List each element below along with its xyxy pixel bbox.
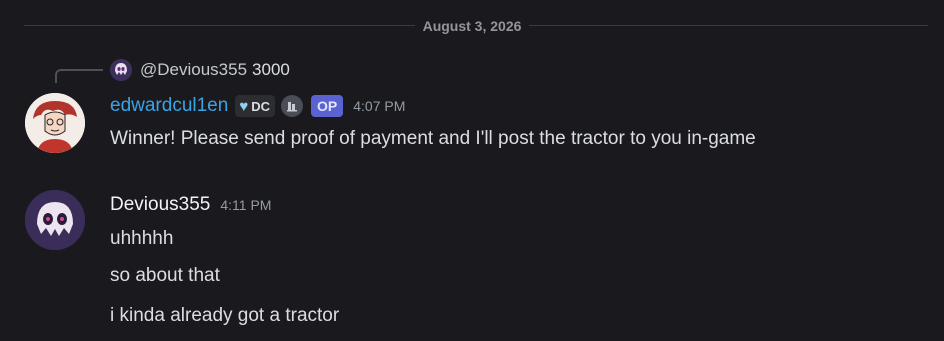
date-divider: August 3, 2026 (0, 17, 944, 35)
username[interactable]: Devious355 (110, 193, 210, 217)
reply-spine (55, 69, 103, 83)
op-badge: OP (311, 95, 344, 117)
message-header: Devious355 4:11 PM (110, 193, 271, 217)
avatar[interactable] (25, 190, 85, 250)
heart-icon: ♥ (239, 97, 249, 115)
avatar[interactable] (25, 93, 85, 153)
message-header: edwardcul1en ♥ DC OP 4:07 PM (110, 94, 405, 118)
chat-channel: August 3, 2026 @Devious355 3000 edwardcu (0, 0, 944, 341)
reply-author[interactable]: @Devious355 (140, 60, 247, 80)
server-tag[interactable]: ♥ DC (235, 95, 275, 117)
username[interactable]: edwardcul1en (110, 94, 228, 118)
date-divider-label: August 3, 2026 (414, 18, 530, 34)
server-tag-label: DC (251, 98, 270, 114)
reply-text[interactable]: 3000 (252, 60, 290, 80)
message-text: uhhhhh (110, 228, 174, 249)
reply-avatar[interactable] (110, 59, 132, 81)
role-badge-icon[interactable] (281, 95, 303, 117)
message-text: Winner! Please send proof of payment and… (110, 128, 756, 149)
message-text: i kinda already got a tractor (110, 305, 340, 326)
reply-preview[interactable]: @Devious355 3000 (110, 59, 290, 81)
timestamp[interactable]: 4:07 PM (353, 98, 405, 114)
timestamp[interactable]: 4:11 PM (220, 197, 271, 213)
message-text: so about that (110, 265, 220, 286)
